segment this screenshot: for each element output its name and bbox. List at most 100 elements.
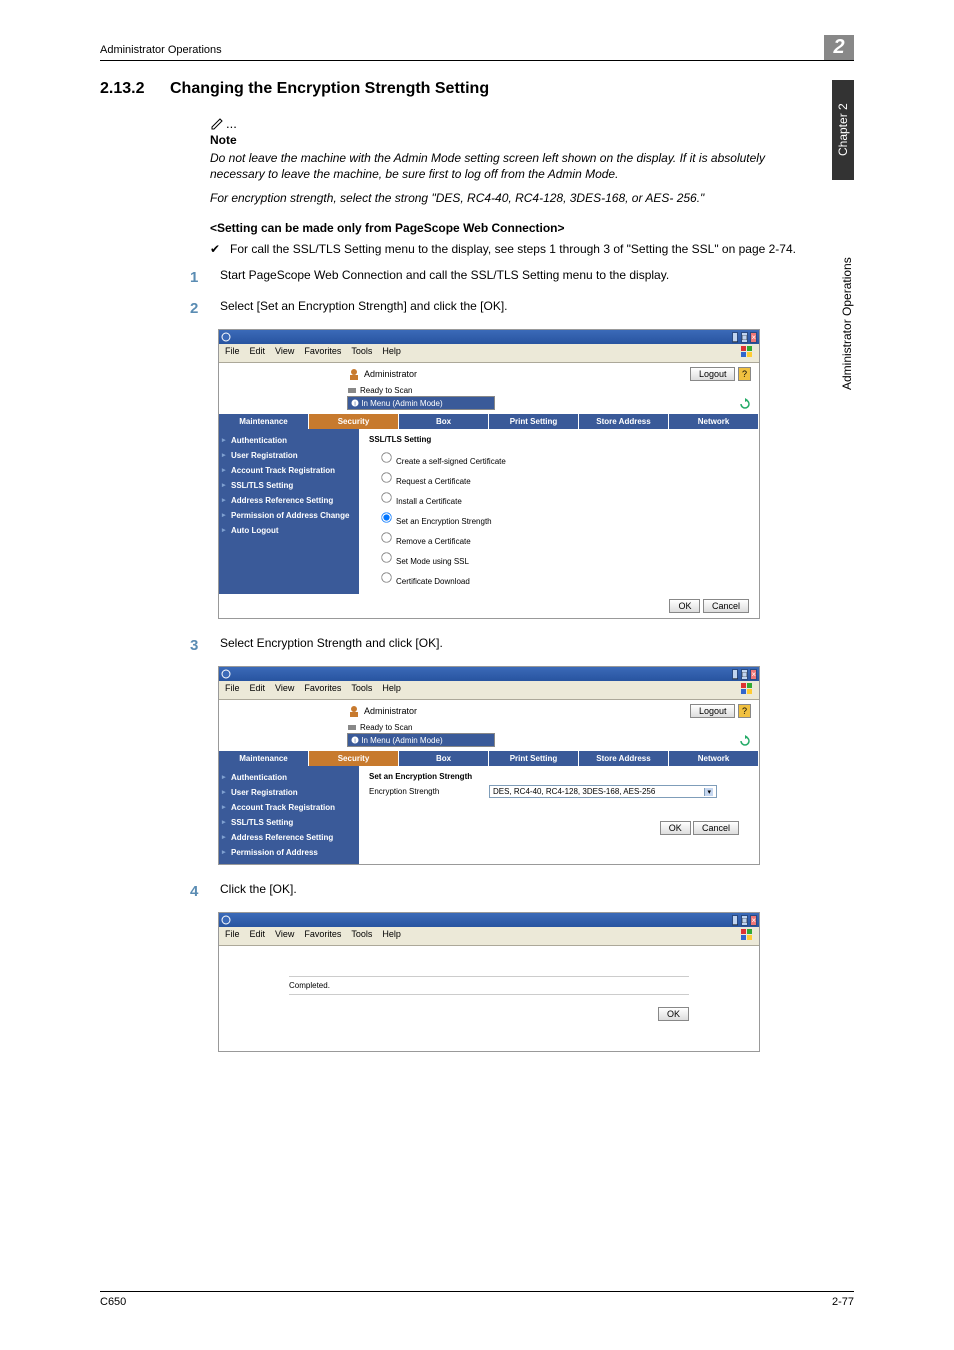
maximize-button[interactable]: □ <box>741 669 748 680</box>
section-title-text: Changing the Encryption Strength Setting <box>170 80 489 97</box>
enc-strength-select[interactable]: DES, RC4-40, RC4-128, 3DES-168, AES-256 … <box>489 785 717 798</box>
cancel-button[interactable]: Cancel <box>693 821 739 835</box>
refresh-button[interactable] <box>739 735 751 749</box>
step-3-number: 3 <box>190 635 220 656</box>
screenshot-2: _ □ × File Edit View Favorites Tools Hel… <box>218 666 760 865</box>
nav-account-track[interactable]: Account Track Registration <box>219 463 359 478</box>
step-1-text: Start PageScope Web Connection and call … <box>220 267 669 288</box>
ok-button[interactable]: OK <box>658 1007 689 1021</box>
help-button[interactable]: ? <box>738 704 751 718</box>
radio-create-cert[interactable] <box>381 453 391 463</box>
radio-cert-download[interactable] <box>381 573 391 583</box>
radio-set-mode[interactable] <box>381 553 391 563</box>
tab-store-address[interactable]: Store Address <box>579 751 669 766</box>
menu-help[interactable]: Help <box>382 346 401 360</box>
refresh-button[interactable] <box>739 398 751 412</box>
printer-icon <box>347 385 357 395</box>
nav-permission-address[interactable]: Permission of Address <box>219 845 359 860</box>
nav-address-reference[interactable]: Address Reference Setting <box>219 830 359 845</box>
side-tab-chapter: Chapter 2 <box>832 80 854 180</box>
radio-install-cert[interactable] <box>381 493 391 503</box>
ie-logo-icon <box>221 332 231 342</box>
help-button[interactable]: ? <box>738 367 751 381</box>
logout-button[interactable]: Logout <box>690 704 736 718</box>
close-button[interactable]: × <box>750 915 757 926</box>
menu-help[interactable]: Help <box>382 929 401 943</box>
maximize-button[interactable]: □ <box>741 332 748 343</box>
menu-file[interactable]: File <box>225 683 240 697</box>
tab-security[interactable]: Security <box>309 414 399 429</box>
sub-heading: <Setting can be made only from PageScope… <box>210 221 800 235</box>
menu-view[interactable]: View <box>275 683 294 697</box>
menu-edit[interactable]: Edit <box>250 683 266 697</box>
footer: C650 2-77 <box>100 1291 854 1308</box>
note-icon-row: ... <box>210 116 800 131</box>
nav-account-track[interactable]: Account Track Registration <box>219 800 359 815</box>
menu-favorites[interactable]: Favorites <box>304 929 341 943</box>
menu-file[interactable]: File <box>225 346 240 360</box>
tab-box[interactable]: Box <box>399 414 489 429</box>
tab-box[interactable]: Box <box>399 751 489 766</box>
ok-button[interactable]: OK <box>660 821 691 835</box>
tab-security[interactable]: Security <box>309 751 399 766</box>
close-button[interactable]: × <box>750 332 757 343</box>
nav-user-registration[interactable]: User Registration <box>219 448 359 463</box>
tab-maintenance[interactable]: Maintenance <box>219 751 309 766</box>
minimize-button[interactable]: _ <box>732 669 738 680</box>
enc-strength-value: DES, RC4-40, RC4-128, 3DES-168, AES-256 <box>493 787 655 796</box>
menu-edit[interactable]: Edit <box>250 346 266 360</box>
nav-authentication[interactable]: Authentication <box>219 433 359 448</box>
menu-favorites[interactable]: Favorites <box>304 346 341 360</box>
radio-remove-cert[interactable] <box>381 533 391 543</box>
menu-view[interactable]: View <box>275 346 294 360</box>
tab-network[interactable]: Network <box>669 414 759 429</box>
nav-user-registration[interactable]: User Registration <box>219 785 359 800</box>
tab-maintenance[interactable]: Maintenance <box>219 414 309 429</box>
admin-icon <box>347 704 361 718</box>
svg-text:i: i <box>354 739 355 745</box>
minimize-button[interactable]: _ <box>732 915 738 926</box>
header-rule <box>100 46 854 61</box>
ie-logo-icon <box>221 669 231 679</box>
tab-store-address[interactable]: Store Address <box>579 414 669 429</box>
tab-print-setting[interactable]: Print Setting <box>489 751 579 766</box>
nav-auto-logout[interactable]: Auto Logout <box>219 523 359 538</box>
windows-flag-icon <box>741 929 753 941</box>
minimize-button[interactable]: _ <box>732 332 738 343</box>
menu-favorites[interactable]: Favorites <box>304 683 341 697</box>
nav-ssl-tls[interactable]: SSL/TLS Setting <box>219 815 359 830</box>
section-heading: 2.13.2Changing the Encryption Strength S… <box>100 80 800 98</box>
form-title: Set an Encryption Strength <box>369 772 749 781</box>
nav-address-reference[interactable]: Address Reference Setting <box>219 493 359 508</box>
refresh-icon <box>739 735 751 747</box>
screenshot-3: _ □ × File Edit View Favorites Tools Hel… <box>218 912 760 1052</box>
footer-left: C650 <box>100 1296 126 1308</box>
ok-button[interactable]: OK <box>669 599 700 613</box>
cancel-button[interactable]: Cancel <box>703 599 749 613</box>
nav-permission-address-change[interactable]: Permission of Address Change <box>219 508 359 523</box>
logout-button[interactable]: Logout <box>690 367 736 381</box>
menu-edit[interactable]: Edit <box>250 929 266 943</box>
menu-file[interactable]: File <box>225 929 240 943</box>
close-button[interactable]: × <box>750 669 757 680</box>
note-para-2: For encryption strength, select the stro… <box>210 190 800 206</box>
menu-tools[interactable]: Tools <box>351 929 372 943</box>
nav-authentication[interactable]: Authentication <box>219 770 359 785</box>
tab-print-setting[interactable]: Print Setting <box>489 414 579 429</box>
chevron-down-icon: ▾ <box>704 788 713 796</box>
radio-request-cert[interactable] <box>381 473 391 483</box>
opt-set-mode: Set Mode using SSL <box>396 557 469 566</box>
menu-help[interactable]: Help <box>382 683 401 697</box>
admin-label: Administrator <box>364 706 417 716</box>
maximize-button[interactable]: □ <box>741 915 748 926</box>
menu-tools[interactable]: Tools <box>351 683 372 697</box>
radio-set-enc[interactable] <box>381 513 391 523</box>
refresh-icon <box>739 398 751 410</box>
menu-view[interactable]: View <box>275 929 294 943</box>
menu-tools[interactable]: Tools <box>351 346 372 360</box>
nav-ssl-tls[interactable]: SSL/TLS Setting <box>219 478 359 493</box>
step-2-text: Select [Set an Encryption Strength] and … <box>220 298 507 319</box>
opt-request-cert: Request a Certificate <box>396 477 471 486</box>
tab-network[interactable]: Network <box>669 751 759 766</box>
pencil-icon <box>210 117 224 131</box>
